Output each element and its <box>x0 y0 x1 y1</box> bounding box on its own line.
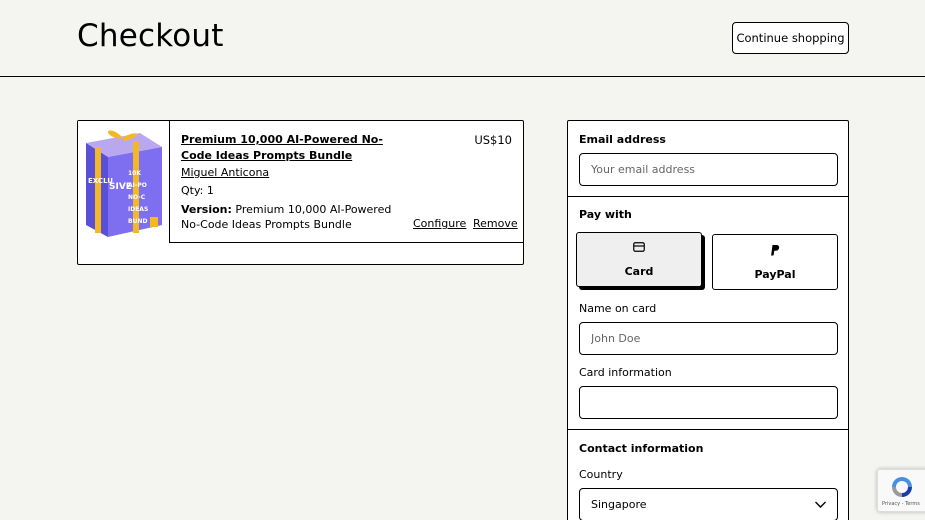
country-value: Singapore <box>591 498 647 511</box>
configure-link[interactable]: Configure <box>413 217 466 230</box>
paypal-icon <box>771 245 780 256</box>
item-version: Version: Premium 10,000 AI-Powered No-Co… <box>181 202 396 232</box>
page-header: Checkout Continue shopping <box>0 0 925 77</box>
thumbnail-text-line: AI-PO <box>128 182 147 189</box>
cart-item: EXCLU SIVE 10K AI-PO NO-C IDEAS BUND Pre… <box>78 121 523 243</box>
section-divider <box>568 429 848 430</box>
contact-info-label: Contact information <box>579 442 704 455</box>
cart-panel: EXCLU SIVE 10K AI-PO NO-C IDEAS BUND Pre… <box>77 120 524 265</box>
thumbnail-text-line: BUND <box>128 218 147 225</box>
pay-option-paypal[interactable]: PayPal <box>712 234 838 290</box>
product-thumbnail[interactable]: EXCLU SIVE 10K AI-PO NO-C IDEAS BUND <box>78 121 170 243</box>
pay-option-paypal-label: PayPal <box>754 268 796 281</box>
page-title: Checkout <box>77 18 224 54</box>
thumbnail-text-line: NO-C <box>128 194 146 201</box>
name-on-card-field[interactable] <box>579 322 838 355</box>
section-divider <box>568 196 848 197</box>
item-title-link[interactable]: Premium 10,000 AI-Powered No-Code Ideas … <box>181 132 391 163</box>
pay-option-card-label: Card <box>624 265 654 278</box>
payment-form: Email address Pay with Card PayPal Name … <box>567 120 849 520</box>
thumbnail-text-line: 10K <box>128 170 141 177</box>
name-on-card-label: Name on card <box>579 302 657 315</box>
recaptcha-links[interactable]: Privacy - Terms <box>882 501 920 507</box>
pay-with-label: Pay with <box>579 208 632 221</box>
country-select[interactable]: Singapore <box>579 488 838 520</box>
gift-box-image: EXCLU SIVE 10K AI-PO NO-C IDEAS BUND <box>78 121 169 243</box>
item-price: US$10 <box>474 133 512 147</box>
pay-option-card[interactable]: Card <box>576 232 702 287</box>
email-field[interactable] <box>579 153 838 186</box>
card-info-field[interactable] <box>579 386 838 419</box>
continue-shopping-button[interactable]: Continue shopping <box>732 22 849 54</box>
recaptcha-icon <box>892 477 912 497</box>
card-info-label: Card information <box>579 366 672 379</box>
version-label: Version: <box>181 203 232 216</box>
item-author-link[interactable]: Miguel Anticona <box>181 166 269 179</box>
country-label: Country <box>579 468 623 481</box>
qty-label: Qty: <box>181 184 204 197</box>
credit-card-icon <box>633 242 645 252</box>
chevron-down-icon <box>815 501 826 508</box>
email-label: Email address <box>579 133 666 146</box>
qty-value: 1 <box>206 184 214 197</box>
remove-link[interactable]: Remove <box>473 217 518 230</box>
recaptcha-badge[interactable]: Privacy - Terms <box>877 469 925 512</box>
thumbnail-text-line: IDEAS <box>128 206 148 213</box>
item-qty: Qty: 1 <box>181 184 214 197</box>
